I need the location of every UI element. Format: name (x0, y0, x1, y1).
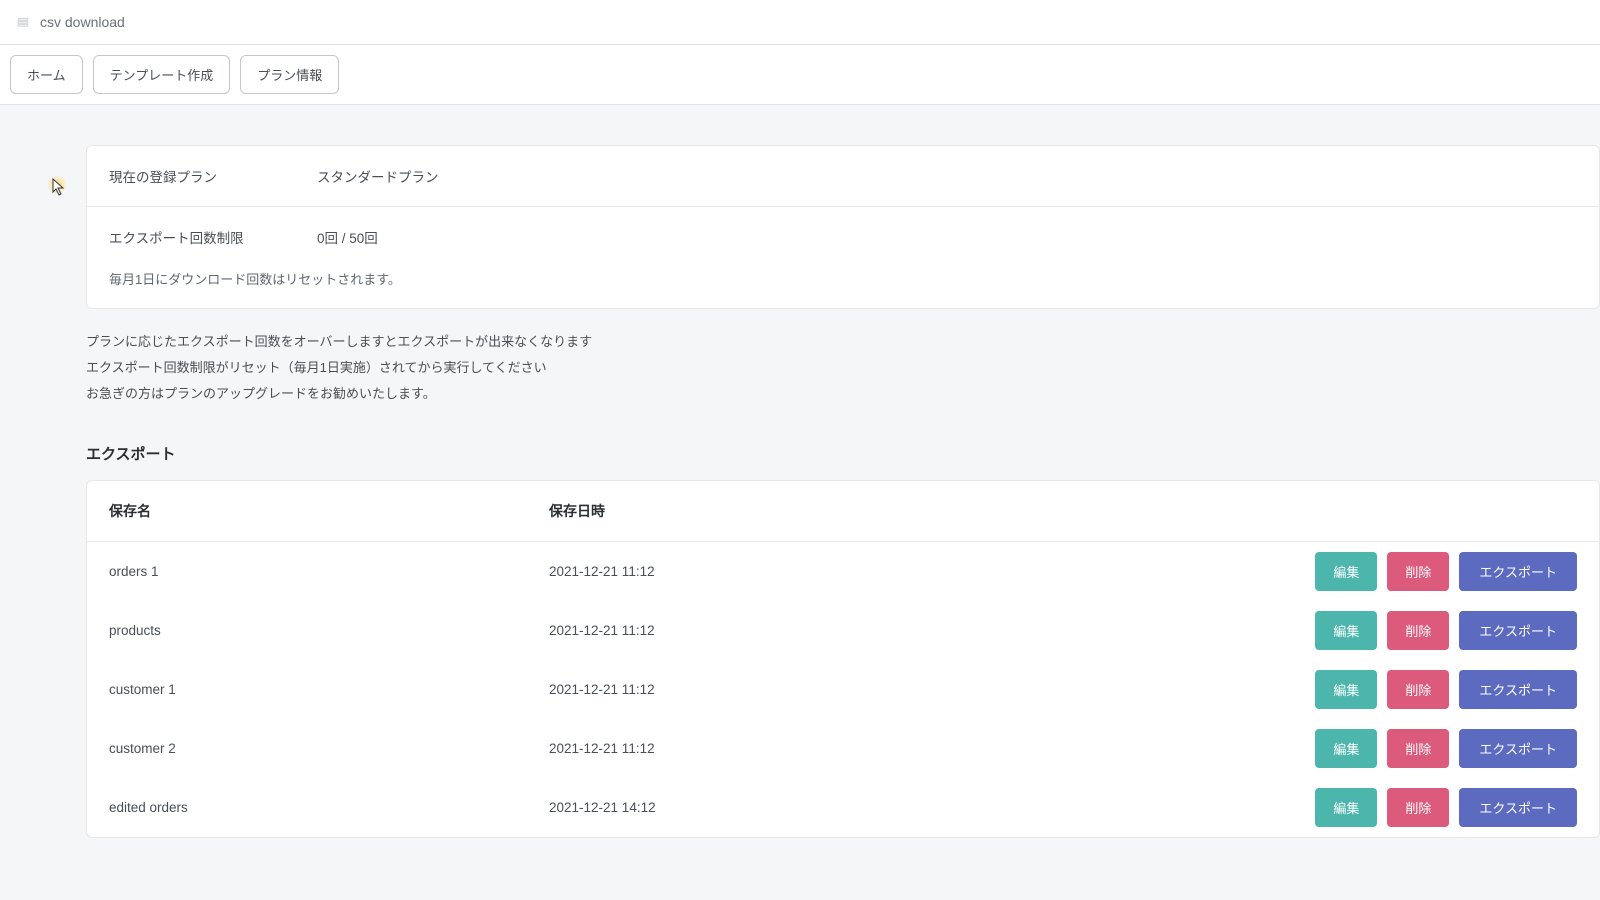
app-title: csv download (40, 14, 125, 30)
table-row: customer 22021-12-21 11:12 編集削除エクスポート (87, 719, 1599, 778)
cell-date: 2021-12-21 11:12 (549, 682, 989, 697)
plan-card: 現在の登録プラン スタンダードプラン エクスポート回数制限 0回 / 50回 毎… (86, 145, 1600, 309)
cell-date: 2021-12-21 11:12 (549, 623, 989, 638)
cell-date: 2021-12-21 11:12 (549, 564, 989, 579)
table-row: products2021-12-21 11:12 編集削除エクスポート (87, 601, 1599, 660)
plan-value: スタンダードプラン (317, 166, 439, 186)
delete-button[interactable]: 削除 (1387, 552, 1449, 591)
th-name: 保存名 (109, 501, 549, 521)
cell-date: 2021-12-21 14:12 (549, 800, 989, 815)
table-header: 保存名 保存日時 (87, 481, 1599, 542)
cell-name: orders 1 (109, 564, 549, 579)
nav-bar: ホーム テンプレート作成 プラン情報 (0, 45, 1600, 105)
limit-label: エクスポート回数制限 (109, 227, 317, 247)
edit-button[interactable]: 編集 (1315, 611, 1377, 650)
reset-note: 毎月1日にダウンロード回数はリセットされます。 (109, 269, 1577, 288)
info-line: お急ぎの方はプランのアップグレードをお勧めいたします。 (86, 381, 1600, 407)
main-content: 現在の登録プラン スタンダードプラン エクスポート回数制限 0回 / 50回 毎… (0, 105, 1600, 878)
export-button[interactable]: エクスポート (1459, 611, 1577, 650)
cell-name: edited orders (109, 800, 549, 815)
export-section-title: エクスポート (86, 443, 1600, 464)
table-row: edited orders2021-12-21 14:12 編集削除エクスポート (87, 778, 1599, 837)
cell-name: customer 1 (109, 682, 549, 697)
th-date: 保存日時 (549, 501, 989, 521)
plan-label: 現在の登録プラン (109, 166, 317, 186)
limit-row: エクスポート回数制限 0回 / 50回 毎月1日にダウンロード回数はリセットされ… (87, 206, 1599, 308)
edit-button[interactable]: 編集 (1315, 729, 1377, 768)
cell-name: products (109, 623, 549, 638)
table-row: orders 12021-12-21 11:12 編集削除エクスポート (87, 542, 1599, 601)
table-row: customer 12021-12-21 11:12 編集削除エクスポート (87, 660, 1599, 719)
delete-button[interactable]: 削除 (1387, 611, 1449, 650)
app-header: csv download (0, 0, 1600, 45)
limit-value: 0回 / 50回 (317, 227, 378, 247)
info-block: プランに応じたエクスポート回数をオーバーしますとエクスポートが出来なくなります … (86, 329, 1600, 407)
delete-button[interactable]: 削除 (1387, 729, 1449, 768)
delete-button[interactable]: 削除 (1387, 788, 1449, 827)
nav-plan-info-button[interactable]: プラン情報 (240, 55, 339, 94)
delete-button[interactable]: 削除 (1387, 670, 1449, 709)
plan-row: 現在の登録プラン スタンダードプラン (87, 146, 1599, 206)
edit-button[interactable]: 編集 (1315, 670, 1377, 709)
export-button[interactable]: エクスポート (1459, 670, 1577, 709)
table-body: orders 12021-12-21 11:12編集削除エクスポートproduc… (87, 542, 1599, 837)
export-button[interactable]: エクスポート (1459, 788, 1577, 827)
export-button[interactable]: エクスポート (1459, 552, 1577, 591)
info-line: エクスポート回数制限がリセット（毎月1日実施）されてから実行してください (86, 355, 1600, 381)
info-line: プランに応じたエクスポート回数をオーバーしますとエクスポートが出来なくなります (86, 329, 1600, 355)
back-icon[interactable] (16, 15, 30, 29)
cell-date: 2021-12-21 11:12 (549, 741, 989, 756)
export-table: 保存名 保存日時 orders 12021-12-21 11:12編集削除エクス… (86, 480, 1600, 838)
nav-create-template-button[interactable]: テンプレート作成 (93, 55, 231, 94)
edit-button[interactable]: 編集 (1315, 552, 1377, 591)
cell-name: customer 2 (109, 741, 549, 756)
edit-button[interactable]: 編集 (1315, 788, 1377, 827)
nav-home-button[interactable]: ホーム (10, 55, 83, 94)
export-button[interactable]: エクスポート (1459, 729, 1577, 768)
